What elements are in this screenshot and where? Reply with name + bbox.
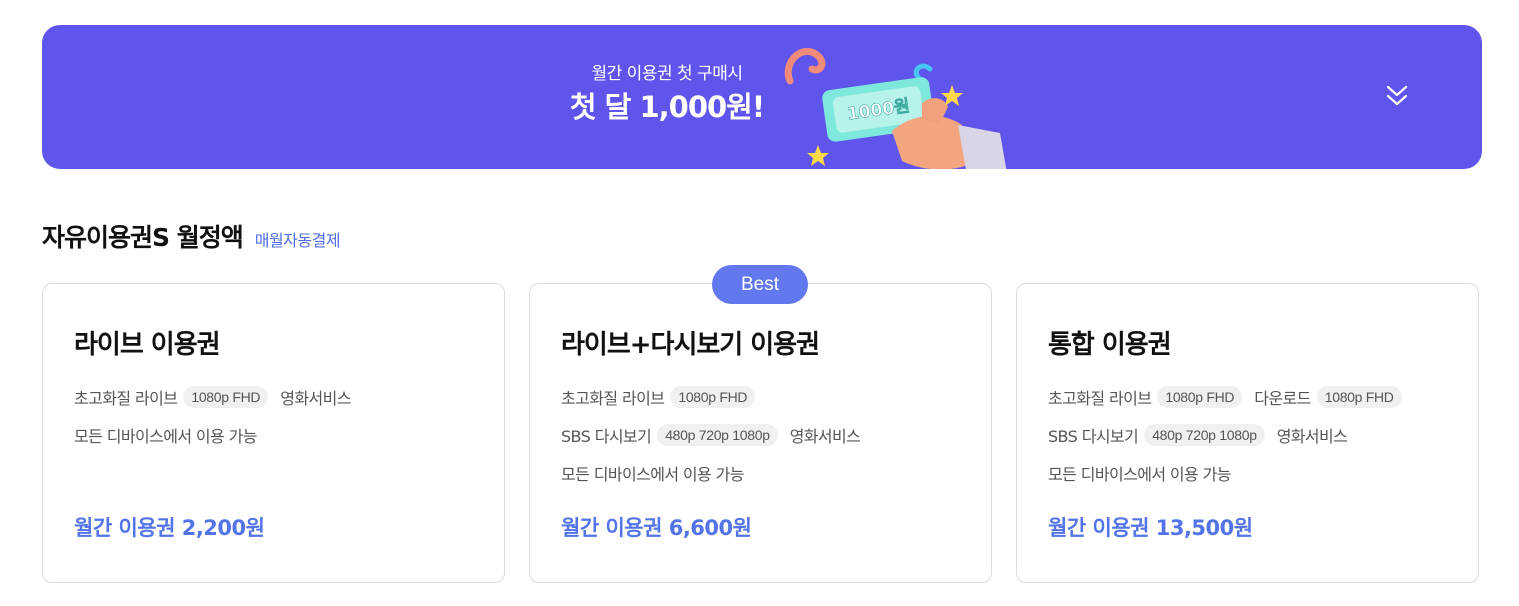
feature-text: SBS 다시보기 bbox=[1048, 427, 1139, 446]
plan-title: 라이브+다시보기 이용권 bbox=[561, 330, 820, 360]
feature-row: 초고화질 라이브 1080p FHD bbox=[561, 384, 971, 410]
quality-chip: 1080p FHD bbox=[1316, 386, 1402, 408]
feature-text: 영화서비스 bbox=[789, 427, 861, 446]
feature-row: 초고화질 라이브 1080p FHD 다운로드 1080p FHD bbox=[1048, 384, 1458, 410]
decor-loop-icon bbox=[784, 47, 826, 85]
feature-text: 초고화질 라이브 bbox=[74, 389, 178, 408]
plan-title: 라이브 이용권 bbox=[74, 330, 221, 360]
section-title: 자유이용권S 월정액 bbox=[42, 223, 244, 252]
banner-headline: 첫 달 1,000원! bbox=[569, 90, 765, 124]
feature-text: 초고화질 라이브 bbox=[1048, 389, 1152, 408]
ticket-illustration: 1000원 bbox=[784, 47, 1007, 169]
feature-row: 모든 디바이스에서 이용 가능 bbox=[561, 460, 971, 486]
plan-price: 월간 이용권 6,600원 bbox=[561, 516, 752, 540]
plan-title: 통합 이용권 bbox=[1048, 330, 1172, 360]
feature-text: 영화서비스 bbox=[280, 389, 351, 408]
billing-note: 매월자동결제 bbox=[254, 231, 341, 250]
promo-banner[interactable]: 월간 이용권 첫 구매시 첫 달 1,000원! 1000원 bbox=[42, 25, 1482, 169]
feature-text: 영화서비스 bbox=[1276, 427, 1348, 446]
plan-price: 월간 이용권 13,500원 bbox=[1048, 516, 1253, 540]
feature-text: 모든 디바이스에서 이용 가능 bbox=[1048, 465, 1232, 484]
feature-text: 초고화질 라이브 bbox=[561, 389, 665, 408]
section-header: 자유이용권S 월정액 매월자동결제 bbox=[42, 218, 341, 254]
feature-text: 모든 디바이스에서 이용 가능 bbox=[561, 465, 745, 484]
feature-row: 모든 디바이스에서 이용 가능 bbox=[1048, 460, 1458, 486]
decor-hook-icon bbox=[913, 63, 933, 82]
banner-subtitle: 월간 이용권 첫 구매시 bbox=[591, 64, 743, 84]
plan-features: 초고화질 라이브 1080p FHD 다운로드 1080p FHD SBS 다시보기 48… bbox=[1048, 384, 1458, 498]
feature-row: 모든 디바이스에서 이용 가능 bbox=[74, 422, 484, 448]
plan-features: 초고화질 라이브 1080p FHD SBS 다시보기 480p 720p 1080p… bbox=[561, 384, 971, 498]
plan-card-integrated[interactable]: 통합 이용권 초고화질 라이브 1080p FHD 다운로드 1080p FHD SBS… bbox=[1016, 283, 1479, 583]
quality-chip: 1080p FHD bbox=[670, 386, 756, 408]
plan-features: 초고화질 라이브 1080p FHD 영화서비스모든 디바이스에서 이용 가능 bbox=[74, 384, 484, 460]
plan-price: 월간 이용권 2,200원 bbox=[74, 516, 265, 540]
feature-text: 다운로드 bbox=[1254, 389, 1311, 408]
quality-chip: 480p 720p 1080p bbox=[657, 424, 778, 446]
feature-text: SBS 다시보기 bbox=[561, 427, 652, 446]
plan-card-live[interactable]: 라이브 이용권 초고화질 라이브 1080p FHD 영화서비스모든 디바이스에서 … bbox=[42, 283, 505, 583]
plan-card-live-replay[interactable]: Best 라이브+다시보기 이용권 초고화질 라이브 1080p FHD SBS 다… bbox=[529, 265, 992, 583]
double-chevron-down-icon[interactable] bbox=[1384, 83, 1410, 111]
star-icon bbox=[807, 145, 829, 166]
quality-chip: 1080p FHD bbox=[1157, 386, 1243, 408]
quality-chip: 1080p FHD bbox=[183, 386, 269, 408]
banner-text: 월간 이용권 첫 구매시 첫 달 1,000원! bbox=[547, 61, 787, 127]
quality-chip: 480p 720p 1080p bbox=[1144, 424, 1265, 446]
feature-row: 초고화질 라이브 1080p FHD 영화서비스 bbox=[74, 384, 484, 410]
feature-row: SBS 다시보기 480p 720p 1080p 영화서비스 bbox=[1048, 422, 1458, 448]
feature-row: SBS 다시보기 480p 720p 1080p 영화서비스 bbox=[561, 422, 971, 448]
best-badge: Best bbox=[712, 265, 808, 304]
feature-text: 모든 디바이스에서 이용 가능 bbox=[74, 427, 258, 446]
